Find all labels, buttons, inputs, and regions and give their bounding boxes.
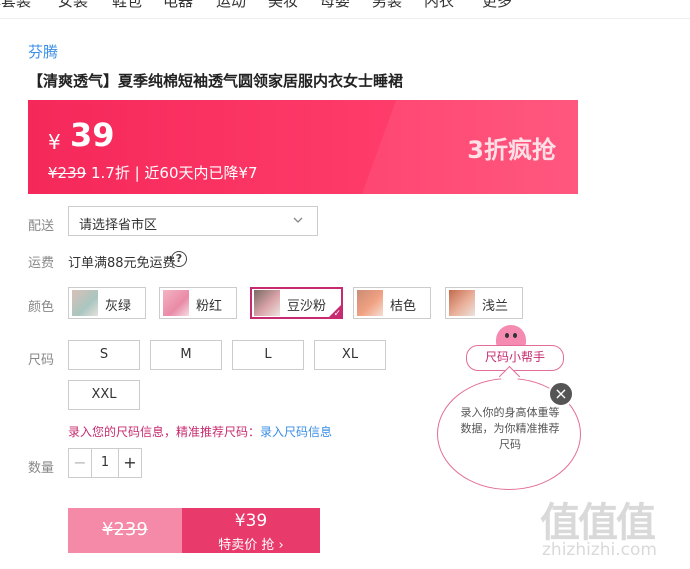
question-circle-icon[interactable]: ? xyxy=(171,251,187,267)
quantity-label: 数量 xyxy=(28,461,55,476)
nav-item[interactable]: 母婴 xyxy=(320,0,350,10)
color-option-label: 豆沙粉 xyxy=(287,299,327,314)
sale-price: 39 xyxy=(70,116,115,154)
nav-item[interactable]: 裤套装 xyxy=(0,0,31,10)
color-option-pink[interactable]: 粉红 xyxy=(159,287,237,319)
color-thumbnail xyxy=(254,290,280,316)
color-option-label: 粉红 xyxy=(196,299,223,314)
price-details: ¥239 1.7折 | 近60天内已降¥7 xyxy=(48,162,258,183)
quantity-increase-button[interactable]: + xyxy=(118,449,141,477)
color-thumbnail xyxy=(163,290,189,316)
buy-action-label: 特卖价 抢 › xyxy=(218,538,284,553)
buy-button-group: ¥239 ¥39 特卖价 抢 › xyxy=(68,508,320,553)
region-select-value: 请选择省市区 xyxy=(79,218,158,233)
nav-item[interactable]: 男装 xyxy=(372,0,402,10)
color-option-label: 灰绿 xyxy=(105,299,132,314)
size-recommend-tip: 录入您的尺码信息，精准推荐尺码：录入尺码信息 xyxy=(68,423,332,440)
size-option-m[interactable]: M xyxy=(150,340,222,370)
color-label: 颜色 xyxy=(28,300,55,315)
original-price-button[interactable]: ¥239 xyxy=(68,508,182,553)
color-option-light-blue[interactable]: 浅兰 xyxy=(445,287,523,319)
color-option-label: 桔色 xyxy=(390,299,417,314)
original-price: ¥239 xyxy=(48,164,87,182)
color-option-bean-pink[interactable]: 豆沙粉 ✓ xyxy=(250,287,343,319)
size-option-xl[interactable]: XL xyxy=(314,340,386,370)
size-label: 尺码 xyxy=(28,353,55,368)
watermark: 值值值 zhizhizhi.com xyxy=(540,490,690,569)
shipping-info: 订单满88元免运费 xyxy=(68,256,176,271)
color-option-grey-green[interactable]: 灰绿 xyxy=(68,287,146,319)
size-option-s[interactable]: S xyxy=(68,340,140,370)
currency-symbol: ¥ xyxy=(48,130,61,154)
nav-item[interactable]: 女装 xyxy=(58,0,88,10)
price-banner: ¥ 39 ¥239 1.7折 | 近60天内已降¥7 3折疯抢 xyxy=(28,100,578,194)
color-thumbnail xyxy=(449,290,475,316)
mascot-eye xyxy=(505,333,509,338)
nav-item[interactable]: 美妆 xyxy=(268,0,298,10)
chevron-down-icon xyxy=(293,215,303,228)
size-helper-tag[interactable]: 尺码小帮手 xyxy=(466,345,564,371)
quantity-decrease-button[interactable]: − xyxy=(69,449,92,477)
buy-now-button[interactable]: ¥39 特卖价 抢 › xyxy=(182,508,320,553)
color-thumbnail xyxy=(357,290,383,316)
nav-item[interactable]: 更多 xyxy=(482,0,512,10)
shipping-label: 运费 xyxy=(28,256,55,271)
watermark-url: zhizhizhi.com xyxy=(542,540,657,560)
region-select[interactable]: 请选择省市区 xyxy=(68,206,318,236)
nav-item[interactable]: 电器 xyxy=(163,0,193,10)
price-history: | 近60天内已降¥7 xyxy=(134,164,258,182)
size-option-l[interactable]: L xyxy=(232,340,304,370)
brand-link[interactable]: 芬腾 xyxy=(28,41,58,62)
color-thumbnail xyxy=(72,290,98,316)
size-option-xxl[interactable]: XXL xyxy=(68,380,140,410)
check-icon: ✓ xyxy=(333,309,341,319)
nav-item[interactable]: 运动 xyxy=(216,0,246,10)
quantity-stepper: − 1 + xyxy=(68,448,142,478)
mascot-icon[interactable] xyxy=(496,325,526,347)
enter-size-link[interactable]: 录入尺码信息 xyxy=(260,425,332,439)
mascot-eye xyxy=(513,333,517,338)
color-option-label: 浅兰 xyxy=(482,299,509,314)
nav-item[interactable]: 内衣 xyxy=(424,0,454,10)
top-category-nav: 裤套装 女装 鞋包 电器 运动 美妆 母婴 男装 内衣 更多 xyxy=(0,0,690,19)
quantity-input[interactable]: 1 xyxy=(91,449,119,477)
color-option-orange[interactable]: 桔色 xyxy=(353,287,431,319)
discount-rate: 1.7折 xyxy=(90,164,130,182)
buy-original-price: ¥239 xyxy=(102,519,148,540)
size-helper-text: 录入你的身高体重等数据，为你精准推荐尺码 xyxy=(460,406,560,451)
delivery-label: 配送 xyxy=(28,219,55,234)
nav-item[interactable]: 鞋包 xyxy=(112,0,142,10)
buy-sale-price: ¥39 xyxy=(234,511,268,531)
close-icon[interactable]: × xyxy=(548,381,574,407)
product-title: 【清爽透气】夏季纯棉短袖透气圆领家居服内衣女士睡裙 xyxy=(28,72,404,90)
size-tip-text: 录入您的尺码信息，精准推荐尺码： xyxy=(68,425,261,439)
promo-badge: 3折疯抢 xyxy=(467,136,556,164)
